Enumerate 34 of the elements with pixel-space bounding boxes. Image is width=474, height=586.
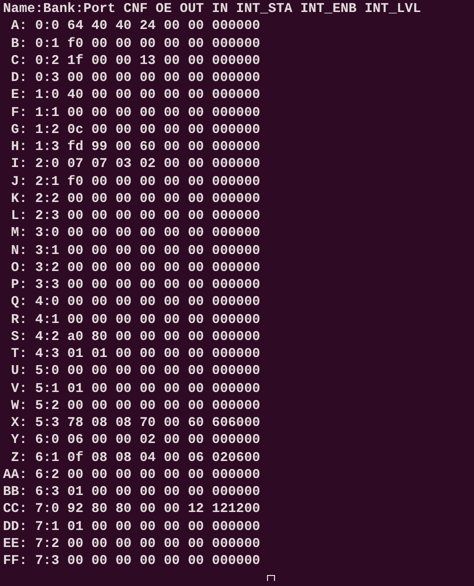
register-line: R: 4:1 00 00 00 00 00 00 000000 xyxy=(10,312,260,329)
register-line: U: 5:0 00 00 00 00 00 00 000000 xyxy=(10,363,260,380)
register-line: L: 2:3 00 00 00 00 00 00 000000 xyxy=(10,208,260,226)
register-line: D: 0:3 00 00 00 00 00 00 000000 xyxy=(10,70,260,88)
register-line: T: 4:3 01 01 00 00 00 00 000000 xyxy=(10,346,260,364)
cursor-icon xyxy=(267,575,275,582)
register-line: H: 1:3 fd 99 00 60 00 00 000000 xyxy=(10,139,260,156)
register-line: Q: 4:0 00 00 00 00 00 00 000000 xyxy=(10,294,260,312)
register-line: N: 3:1 00 00 00 00 00 00 000000 xyxy=(10,242,260,260)
register-line: AA: 6:2 00 00 00 00 00 00 000000 xyxy=(3,466,260,484)
register-line: EE: 7:2 00 00 00 00 00 00 000000 xyxy=(3,536,260,553)
register-line: V: 5:1 01 00 00 00 00 00 000000 xyxy=(10,380,260,398)
register-line: I: 2:0 07 07 03 02 00 00 000000 xyxy=(10,156,260,174)
register-line: S: 4:2 a0 80 00 00 00 00 000000 xyxy=(10,328,260,346)
register-line: A: 0:0 64 40 40 24 00 00 000000 xyxy=(10,18,260,36)
register-line: Y: 6:0 06 00 00 02 00 00 000000 xyxy=(10,432,260,450)
register-line: O: 3:2 00 00 00 00 00 00 000000 xyxy=(10,260,260,277)
register-line: F: 1:1 00 00 00 00 00 00 000000 xyxy=(10,104,260,122)
register-line: FF: 7:3 00 00 00 00 00 00 000000 xyxy=(3,553,260,570)
column-header-line: Name:Bank:Port CNF OE OUT IN INT_STA INT_ENB INT_LVL xyxy=(3,1,421,18)
register-line: K: 2:2 00 00 00 00 00 00 000000 xyxy=(10,190,260,208)
register-line: X: 5:3 78 08 08 70 00 60 606000 xyxy=(10,415,260,432)
register-line: BB: 6:3 01 00 00 00 00 00 000000 xyxy=(3,484,260,502)
register-line: DD: 7:1 01 00 00 00 00 00 000000 xyxy=(3,518,260,536)
register-line: C: 0:2 1f 00 00 13 00 00 000000 xyxy=(10,52,260,70)
register-line: G: 1:2 0c 00 00 00 00 00 000000 xyxy=(10,122,260,139)
register-line: CC: 7:0 92 80 80 00 00 12 121200 xyxy=(3,501,260,518)
register-line: W: 5:2 00 00 00 00 00 00 000000 xyxy=(10,398,260,415)
register-line: P: 3:3 00 00 00 00 00 00 000000 xyxy=(10,277,260,294)
register-line: B: 0:1 f0 00 00 00 00 00 000000 xyxy=(10,36,260,53)
register-line: Z: 6:1 0f 08 08 04 00 06 020600 xyxy=(10,450,260,467)
register-line: E: 1:0 40 00 00 00 00 00 000000 xyxy=(10,87,260,104)
register-line: M: 3:0 00 00 00 00 00 00 000000 xyxy=(10,225,260,242)
register-line: J: 2:1 f0 00 00 00 00 00 000000 xyxy=(10,174,260,191)
